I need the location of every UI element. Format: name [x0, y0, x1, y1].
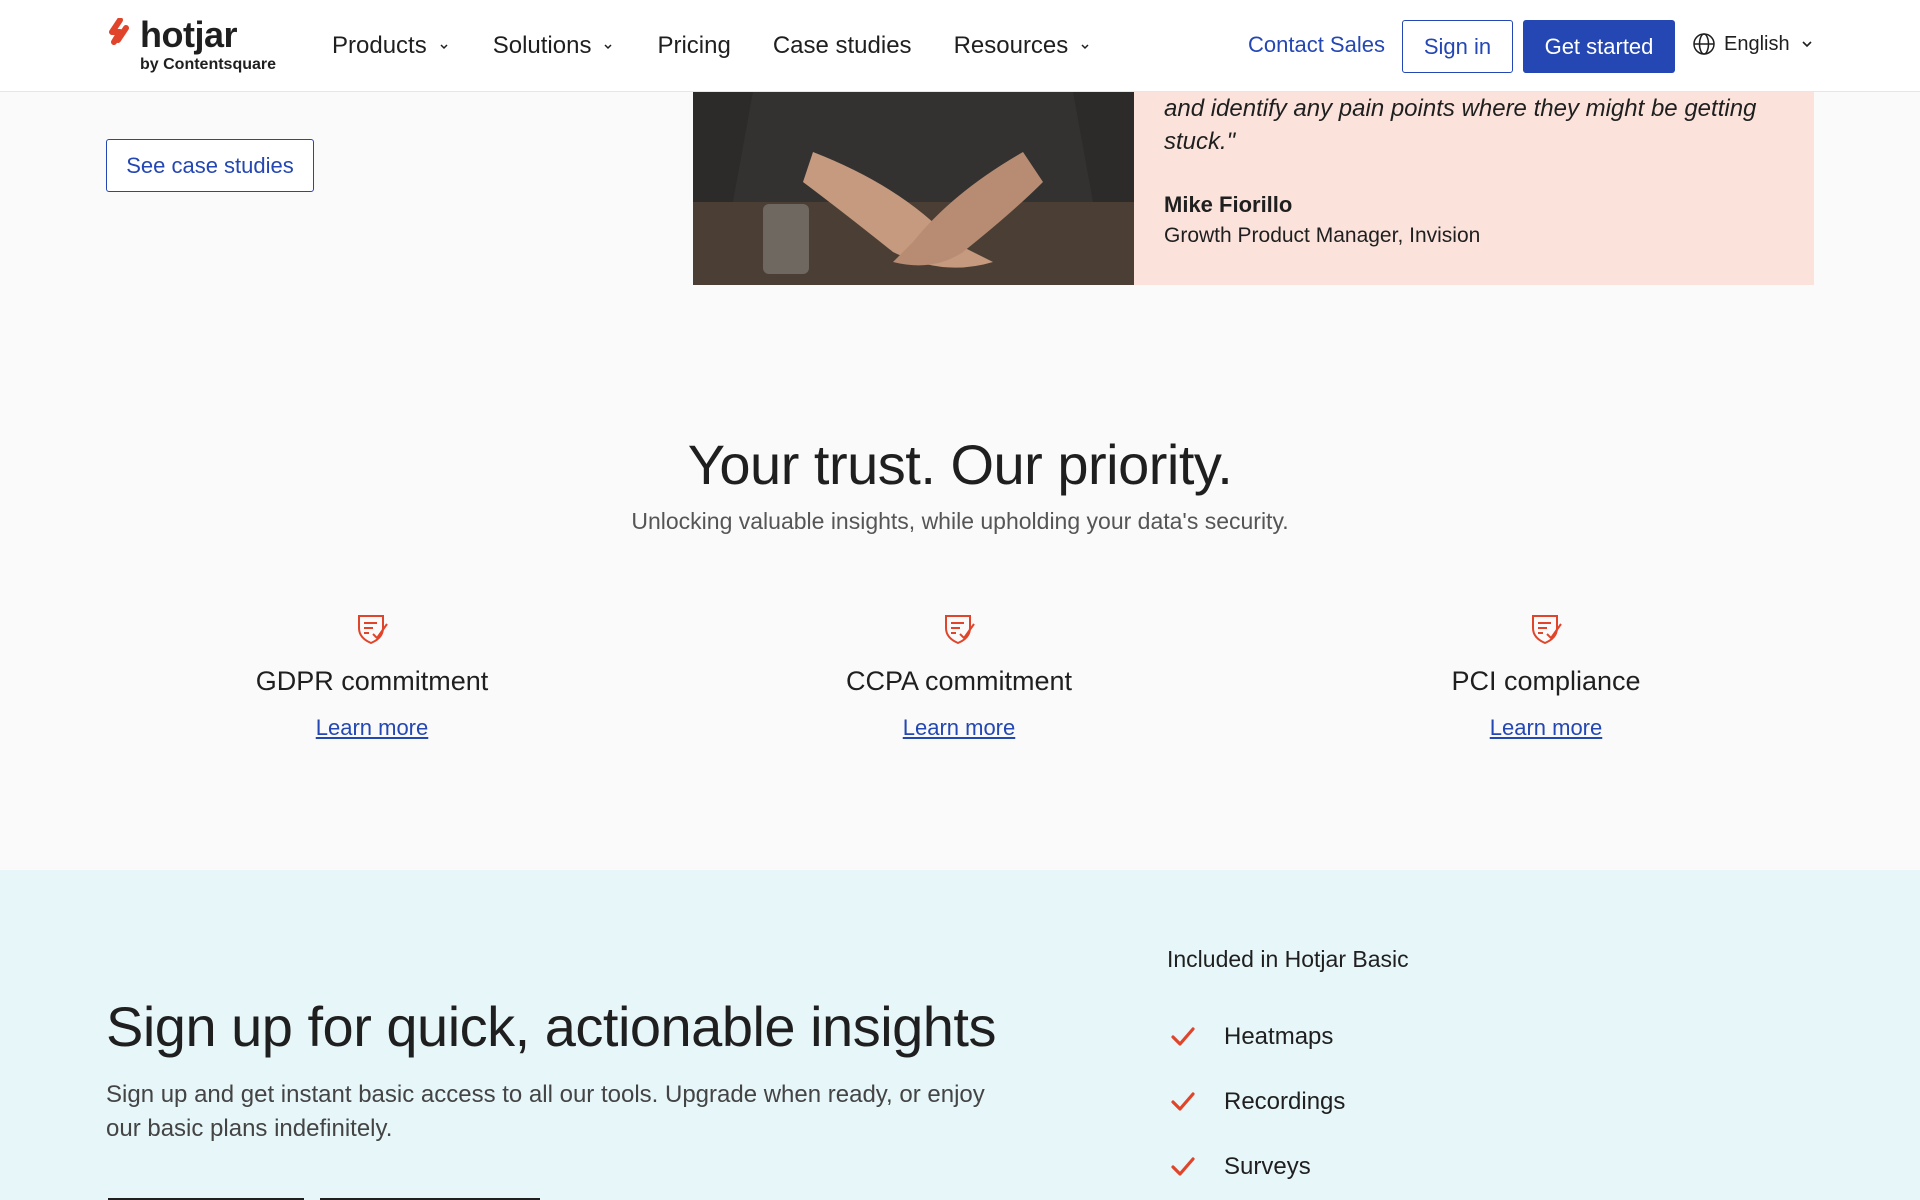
hotjar-logo-icon [109, 18, 129, 45]
nav-pricing[interactable]: Pricing [657, 32, 730, 60]
sign-in-button[interactable]: Sign in [1402, 20, 1513, 73]
nav-case-studies-label: Case studies [772, 32, 912, 59]
feature-label: Recordings [1224, 1087, 1346, 1115]
nav-products-label: Products [332, 32, 427, 59]
gdpr-learn-more-link[interactable]: Learn more [316, 715, 429, 741]
signup-section: Sign up for quick, actionable insights S… [0, 870, 1920, 1200]
included-heading: Included in Hotjar Basic [1167, 946, 1409, 972]
ccpa-learn-more-link[interactable]: Learn more [903, 715, 1016, 741]
list-item: Recordings [1170, 1069, 1345, 1134]
nav-products[interactable]: Products [332, 32, 451, 60]
feature-label: Heatmaps [1224, 1022, 1334, 1050]
main-menu: Products Solutions Pricing Case studies … [332, 0, 1134, 92]
contact-sales-link[interactable]: Contact Sales [1248, 32, 1385, 58]
list-item: Surveys [1170, 1134, 1345, 1199]
globe-icon [1693, 33, 1715, 55]
pci-learn-more-link[interactable]: Learn more [1490, 715, 1603, 741]
chevron-down-icon [604, 44, 612, 50]
included-features-list: Heatmaps Recordings Surveys [1170, 1004, 1345, 1199]
nav-resources[interactable]: Resources [954, 32, 1093, 60]
shield-check-icon [945, 615, 975, 645]
nav-solutions[interactable]: Solutions [493, 32, 616, 60]
chevron-down-icon [1081, 44, 1089, 50]
testimonial-card: and identify any pain points where they … [1134, 92, 1814, 285]
trust-card-ccpa: CCPA commitment Learn more [759, 612, 1159, 741]
nav-resources-label: Resources [953, 32, 1069, 59]
trust-card-gdpr: GDPR commitment Learn more [172, 612, 572, 741]
chevron-down-icon [440, 44, 448, 50]
see-case-studies-button[interactable]: See case studies [106, 139, 314, 192]
signup-heading: Sign up for quick, actionable insights [106, 995, 997, 1058]
language-label: English [1724, 32, 1790, 55]
nav-case-studies[interactable]: Case studies [773, 32, 912, 60]
feature-label: Surveys [1224, 1152, 1311, 1180]
trust-subheading: Unlocking valuable insights, while uphol… [631, 508, 1289, 534]
signup-description: Sign up and get instant basic access to … [106, 1081, 985, 1142]
testimonial-photo [693, 92, 1134, 285]
trust-card-title: CCPA commitment [845, 666, 1073, 696]
check-icon [1171, 1026, 1195, 1046]
chevron-down-icon [1802, 41, 1812, 48]
nav-solutions-label: Solutions [492, 32, 592, 59]
trust-card-title: PCI compliance [1451, 666, 1641, 696]
nav-pricing-label: Pricing [657, 32, 731, 59]
trust-heading: Your trust. Our priority. [687, 433, 1233, 496]
list-item: Heatmaps [1170, 1004, 1345, 1069]
trust-card-pci: PCI compliance Learn more [1346, 612, 1746, 741]
logo-wordmark: hotjar [140, 14, 238, 55]
top-navigation: hotjar by Contentsquare Products Solutio… [0, 0, 1920, 92]
logo-subtitle: by Contentsquare [140, 56, 277, 73]
testimonial-author-name: Mike Fiorillo [1164, 192, 1293, 217]
check-icon [1171, 1156, 1195, 1176]
testimonial-quote: and identify any pain points where they … [1164, 95, 1757, 155]
language-selector[interactable]: English [1692, 32, 1822, 56]
trust-card-title: GDPR commitment [255, 666, 489, 696]
hotjar-logo[interactable]: hotjar by Contentsquare [106, 14, 286, 78]
check-icon [1171, 1091, 1195, 1111]
shield-check-icon [358, 615, 388, 645]
testimonial-author-role: Growth Product Manager, Invision [1164, 224, 1481, 247]
get-started-button[interactable]: Get started [1523, 20, 1675, 73]
shield-check-icon [1532, 615, 1562, 645]
person-hands-image [693, 92, 1134, 285]
